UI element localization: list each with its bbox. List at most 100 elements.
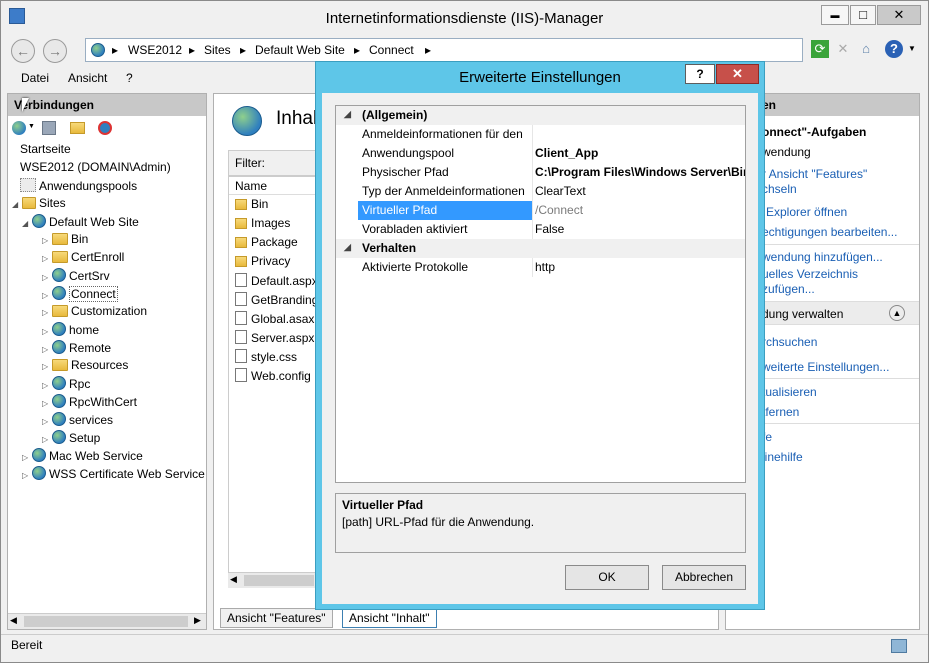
cancel-button[interactable]: Abbrechen bbox=[662, 565, 746, 590]
property-value[interactable]: ClearText bbox=[535, 184, 745, 198]
menu-file[interactable]: Datei bbox=[21, 71, 49, 85]
property-value[interactable]: False bbox=[535, 222, 745, 236]
property-row[interactable]: Typ der Anmeldeinformationen ClearText bbox=[336, 182, 745, 201]
save-icon[interactable] bbox=[42, 121, 56, 135]
scroll-left-icon[interactable]: ◀ bbox=[230, 574, 237, 585]
collapse-arrow-icon[interactable]: ▷ bbox=[22, 471, 32, 480]
tab-content-view[interactable]: Ansicht "Inhalt" bbox=[342, 608, 437, 628]
connections-horizontal-scrollbar[interactable]: ◀ ▶ bbox=[8, 613, 206, 629]
maximize-button[interactable]: □ bbox=[850, 5, 876, 25]
list-item[interactable]: Images bbox=[229, 216, 317, 235]
tab-features-view[interactable]: Ansicht "Features" bbox=[220, 608, 333, 628]
breadcrumb-server[interactable]: WSE2012 bbox=[128, 43, 182, 57]
breadcrumb-sites[interactable]: Sites bbox=[204, 43, 231, 57]
collapse-arrow-icon[interactable]: ▷ bbox=[42, 327, 52, 336]
menu-view[interactable]: Ansicht bbox=[68, 71, 107, 85]
category-collapse-icon[interactable]: ◢ bbox=[344, 109, 351, 120]
action-edit-permissions[interactable]: echtigungen bearbeiten... bbox=[762, 225, 897, 239]
collapse-arrow-icon[interactable]: ▷ bbox=[42, 345, 52, 354]
category-general[interactable]: ◢ (Allgemein) bbox=[336, 106, 745, 125]
tree-item-bin[interactable]: ▷ Bin bbox=[12, 232, 206, 250]
scroll-thumb[interactable] bbox=[244, 575, 314, 586]
back-button[interactable]: ← bbox=[11, 39, 35, 63]
tree-item-server[interactable]: WSE2012 (DOMAIN\Admin) bbox=[12, 160, 206, 178]
tree-item-default-web-site[interactable]: ◢ Default Web Site bbox=[12, 214, 206, 232]
list-item[interactable]: Server.aspx bbox=[229, 330, 317, 349]
up-folder-icon[interactable] bbox=[70, 122, 85, 134]
collapse-arrow-icon[interactable]: ▷ bbox=[42, 399, 52, 408]
tree-item-setup[interactable]: ▷ Setup bbox=[12, 430, 206, 448]
expand-arrow-icon[interactable]: ◢ bbox=[12, 200, 22, 209]
action-switch-features-view-cont[interactable]: chseln bbox=[762, 182, 797, 196]
collapse-arrow-icon[interactable]: ▷ bbox=[42, 236, 52, 245]
expand-arrow-icon[interactable]: ◢ bbox=[22, 219, 32, 228]
action-add-application[interactable]: wendung hinzufügen... bbox=[762, 250, 883, 264]
property-row[interactable]: Anmeldeinformationen für den bbox=[336, 125, 745, 144]
action-remove[interactable]: tfernen bbox=[762, 405, 799, 419]
collapse-arrow-icon[interactable]: ▷ bbox=[42, 308, 52, 317]
stop-icon[interactable]: ✕ bbox=[834, 40, 852, 58]
chevron-down-icon[interactable]: ▼ bbox=[28, 123, 35, 130]
list-item[interactable]: Privacy bbox=[229, 254, 317, 273]
scroll-right-icon[interactable]: ▶ bbox=[194, 615, 201, 626]
chevron-down-icon[interactable]: ▼ bbox=[903, 40, 921, 58]
action-refresh[interactable]: tualisieren bbox=[762, 385, 817, 399]
property-value[interactable]: http bbox=[535, 260, 745, 274]
list-item[interactable]: Package bbox=[229, 235, 317, 254]
breadcrumb-default-web-site[interactable]: Default Web Site bbox=[255, 43, 345, 57]
collapse-arrow-icon[interactable]: ▷ bbox=[42, 417, 52, 426]
action-advanced-settings[interactable]: weiterte Einstellungen... bbox=[762, 360, 889, 374]
content-horizontal-scrollbar[interactable]: ◀ bbox=[228, 572, 318, 588]
tree-item-rpcwithcert[interactable]: ▷ RpcWithCert bbox=[12, 394, 206, 412]
tree-item-wss-certificate-web-service[interactable]: ▷ WSS Certificate Web Service bbox=[12, 466, 206, 484]
collapse-arrow-icon[interactable]: ▷ bbox=[42, 254, 52, 263]
minimize-button[interactable]: ▬ bbox=[821, 5, 849, 25]
breadcrumb-connect[interactable]: Connect bbox=[369, 43, 414, 57]
connect-icon[interactable] bbox=[12, 121, 26, 135]
tree-item-rpc[interactable]: ▷ Rpc bbox=[12, 376, 206, 394]
dialog-close-button[interactable]: ✕ bbox=[716, 64, 759, 84]
action-switch-features-view[interactable]: r Ansicht "Features" bbox=[762, 167, 867, 181]
collapse-arrow-icon[interactable]: ▷ bbox=[42, 435, 52, 444]
property-row-selected[interactable]: Virtueller Pfad /Connect bbox=[336, 201, 745, 220]
collapse-arrow-icon[interactable]: ▷ bbox=[42, 273, 52, 282]
tree-item-mac-web-service[interactable]: ▷ Mac Web Service bbox=[12, 448, 206, 466]
category-behavior[interactable]: ◢ Verhalten bbox=[336, 239, 745, 258]
column-header-name[interactable]: Name bbox=[229, 177, 317, 195]
list-item[interactable]: Default.aspx bbox=[229, 273, 318, 292]
address-bar[interactable]: ▸ WSE2012 ▸ Sites ▸ Default Web Site ▸ C… bbox=[85, 38, 803, 62]
list-item[interactable]: Web.config bbox=[229, 368, 317, 387]
property-value[interactable]: C:\Program Files\Windows Server\Bin bbox=[535, 165, 745, 179]
tree-item-services[interactable]: ▷ services bbox=[12, 412, 206, 430]
scroll-thumb[interactable] bbox=[24, 616, 188, 627]
tree-item-customization[interactable]: ▷ Customization bbox=[12, 304, 206, 322]
collapse-arrow-icon[interactable]: ▷ bbox=[42, 381, 52, 390]
help-icon[interactable]: ? bbox=[885, 40, 903, 58]
tree-item-home[interactable]: ▷ home bbox=[12, 322, 206, 340]
list-item[interactable]: GetBranding bbox=[229, 292, 318, 311]
list-item[interactable]: style.css bbox=[229, 349, 317, 368]
refresh-icon[interactable]: ⟳ bbox=[811, 40, 829, 58]
action-open-explorer[interactable]: Explorer öffnen bbox=[766, 205, 847, 219]
tree-item-resources[interactable]: ▷ Resources bbox=[12, 358, 206, 376]
property-row[interactable]: Aktivierte Protokolle http bbox=[336, 258, 745, 277]
menu-help[interactable]: ? bbox=[126, 71, 133, 85]
action-add-virtual-directory[interactable]: uelles Verzeichnis bbox=[762, 267, 858, 281]
tree-item-certenroll[interactable]: ▷ CertEnroll bbox=[12, 250, 206, 268]
property-row[interactable]: Physischer Pfad C:\Program Files\Windows… bbox=[336, 163, 745, 182]
tree-item-startseite[interactable]: Startseite bbox=[12, 142, 206, 160]
action-online-help[interactable]: linehilfe bbox=[762, 450, 803, 464]
collapse-arrow-icon[interactable]: ▷ bbox=[42, 362, 52, 371]
ok-button[interactable]: OK bbox=[565, 565, 649, 590]
collapse-up-icon[interactable]: ▲ bbox=[889, 305, 905, 321]
tree-item-certsrv[interactable]: ▷ CertSrv bbox=[12, 268, 206, 286]
forward-button[interactable]: → bbox=[43, 39, 67, 63]
close-button[interactable]: ✕ bbox=[877, 5, 921, 25]
tree-item-remote[interactable]: ▷ Remote bbox=[12, 340, 206, 358]
category-collapse-icon[interactable]: ◢ bbox=[344, 242, 351, 253]
action-browse[interactable]: rchsuchen bbox=[762, 335, 817, 349]
scroll-left-icon[interactable]: ◀ bbox=[10, 615, 17, 626]
property-row[interactable]: Anwendungspool Client_App bbox=[336, 144, 745, 163]
property-value[interactable]: Client_App bbox=[535, 146, 745, 160]
tree-item-connect[interactable]: ▷ Connect bbox=[12, 286, 206, 304]
